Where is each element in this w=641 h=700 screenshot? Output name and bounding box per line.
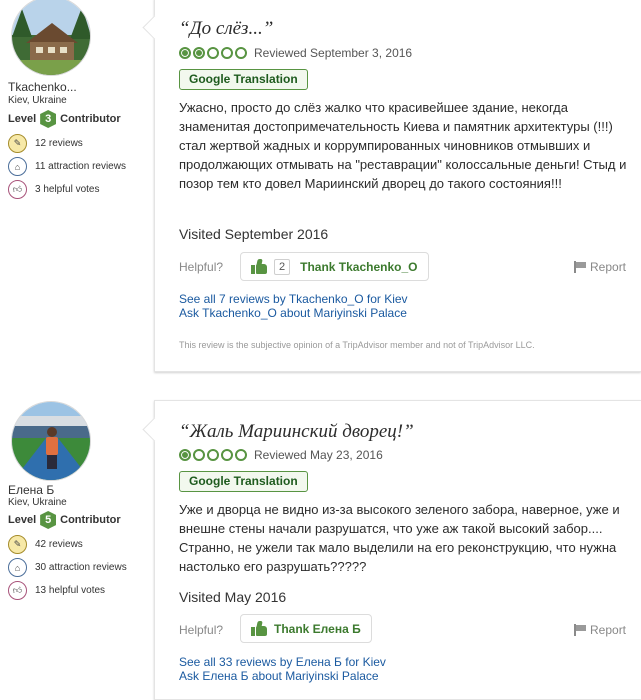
stat-attraction-reviews[interactable]: ⌂ 30 attraction reviews [8, 558, 127, 577]
pencil-icon: ✎ [8, 134, 27, 153]
stat-reviews[interactable]: ✎ 12 reviews [8, 134, 83, 153]
google-translation-button[interactable]: Google Translation [179, 69, 308, 90]
review-1: Tkachenko... Kiev, Ukraine Level 3 Contr… [0, 0, 641, 375]
review-title[interactable]: “Жаль Мариинский дворец!” [179, 421, 414, 443]
see-all-reviews-link[interactable]: See all 33 reviews by Елена Б for Kiev [179, 655, 386, 669]
report-label: Report [590, 260, 627, 274]
rating-bubble-empty [235, 449, 247, 461]
member-location: Kiev, Ukraine [8, 95, 67, 106]
see-all-reviews-link[interactable]: See all 7 reviews by Tkachenko_O for Kie… [179, 292, 408, 306]
stat-helpful-votes[interactable]: 👍︎ 3 helpful votes [8, 180, 100, 199]
pencil-icon: ✎ [8, 535, 27, 554]
rating-bubble-empty [221, 47, 233, 59]
rating-bubble-filled [179, 47, 191, 59]
reviewed-date: Reviewed September 3, 2016 [254, 46, 413, 60]
visited-date: Visited May 2016 [179, 589, 287, 605]
stat-attraction-text: 11 attraction reviews [35, 161, 126, 172]
review-title[interactable]: “До слёз...” [179, 18, 273, 40]
level-prefix: Level [8, 514, 37, 526]
avatar[interactable] [11, 401, 91, 481]
member-name[interactable]: Tkachenko... [8, 80, 77, 94]
member-level: Level 3 Contributor [8, 110, 121, 128]
thank-label: Thank Tkachenko_O [300, 259, 418, 274]
review-2: Елена Б Kiev, Ukraine Level 5 Contributo… [0, 400, 641, 700]
rating-bubble-filled [179, 449, 191, 461]
level-suffix: Contributor [60, 113, 121, 125]
rating-bubble-empty [193, 449, 205, 461]
stat-attraction-reviews[interactable]: ⌂ 11 attraction reviews [8, 157, 126, 176]
stat-reviews[interactable]: ✎ 42 reviews [8, 535, 83, 554]
review-card: “До слёз...” Reviewed September 3, 2016 … [154, 0, 641, 372]
stat-helpful-votes[interactable]: 👍︎ 13 helpful votes [8, 581, 105, 600]
level-badge: 3 [40, 110, 57, 128]
attraction-icon: ⌂ [8, 157, 27, 176]
thumbs-up-icon [251, 259, 267, 274]
rating-bubble-empty [207, 47, 219, 59]
ask-member-link[interactable]: Ask Елена Б about Mariyinski Palace [179, 669, 379, 683]
level-suffix: Contributor [60, 514, 121, 526]
stat-helpful-text: 3 helpful votes [35, 184, 100, 195]
stat-reviews-text: 12 reviews [35, 138, 83, 149]
thumbs-up-icon [251, 621, 267, 636]
report-link[interactable]: Report [573, 623, 626, 637]
rating-bubble-empty [207, 449, 219, 461]
thank-button[interactable]: Thank Елена Б [240, 614, 372, 643]
stat-helpful-text: 13 helpful votes [35, 585, 106, 596]
ask-member-link[interactable]: Ask Tkachenko_O about Mariyinski Palace [179, 306, 407, 320]
flag-icon [573, 261, 587, 273]
helpful-label: Helpful? [179, 623, 224, 637]
member-name[interactable]: Елена Б [8, 483, 54, 497]
rating-bubbles: Reviewed September 3, 2016 [179, 46, 412, 60]
level-badge: 5 [40, 511, 57, 529]
attraction-icon: ⌂ [8, 558, 27, 577]
report-label: Report [590, 623, 627, 637]
stat-attraction-text: 30 attraction reviews [35, 562, 127, 573]
review-text: Уже и дворца не видно из-за высокого зел… [179, 502, 620, 574]
stat-reviews-text: 42 reviews [35, 539, 83, 550]
thank-count: 2 [274, 258, 291, 275]
review-card: “Жаль Мариинский дворец!” Reviewed May 2… [154, 400, 641, 700]
avatar[interactable] [11, 0, 91, 76]
rating-bubbles: Reviewed May 23, 2016 [179, 448, 383, 462]
rating-bubble-empty [235, 47, 247, 59]
flag-icon [573, 624, 587, 636]
level-prefix: Level [8, 113, 37, 125]
thumbs-up-icon: 👍︎ [8, 581, 27, 600]
rating-bubble-empty [221, 449, 233, 461]
member-location: Kiev, Ukraine [8, 497, 67, 508]
disclaimer: This review is the subjective opinion of… [179, 340, 535, 350]
member-level: Level 5 Contributor [8, 511, 121, 529]
report-link[interactable]: Report [573, 260, 626, 274]
thumbs-up-icon: 👍︎ [8, 180, 27, 199]
helpful-label: Helpful? [179, 260, 224, 274]
thank-label: Thank Елена Б [274, 621, 361, 636]
thank-button[interactable]: 2 Thank Tkachenko_O [240, 252, 429, 281]
visited-date: Visited September 2016 [179, 226, 329, 242]
google-translation-button[interactable]: Google Translation [179, 471, 308, 492]
review-text: Ужасно, просто до слёз жалко что красиве… [179, 100, 627, 191]
reviewed-date: Reviewed May 23, 2016 [254, 448, 383, 462]
rating-bubble-filled [193, 47, 205, 59]
